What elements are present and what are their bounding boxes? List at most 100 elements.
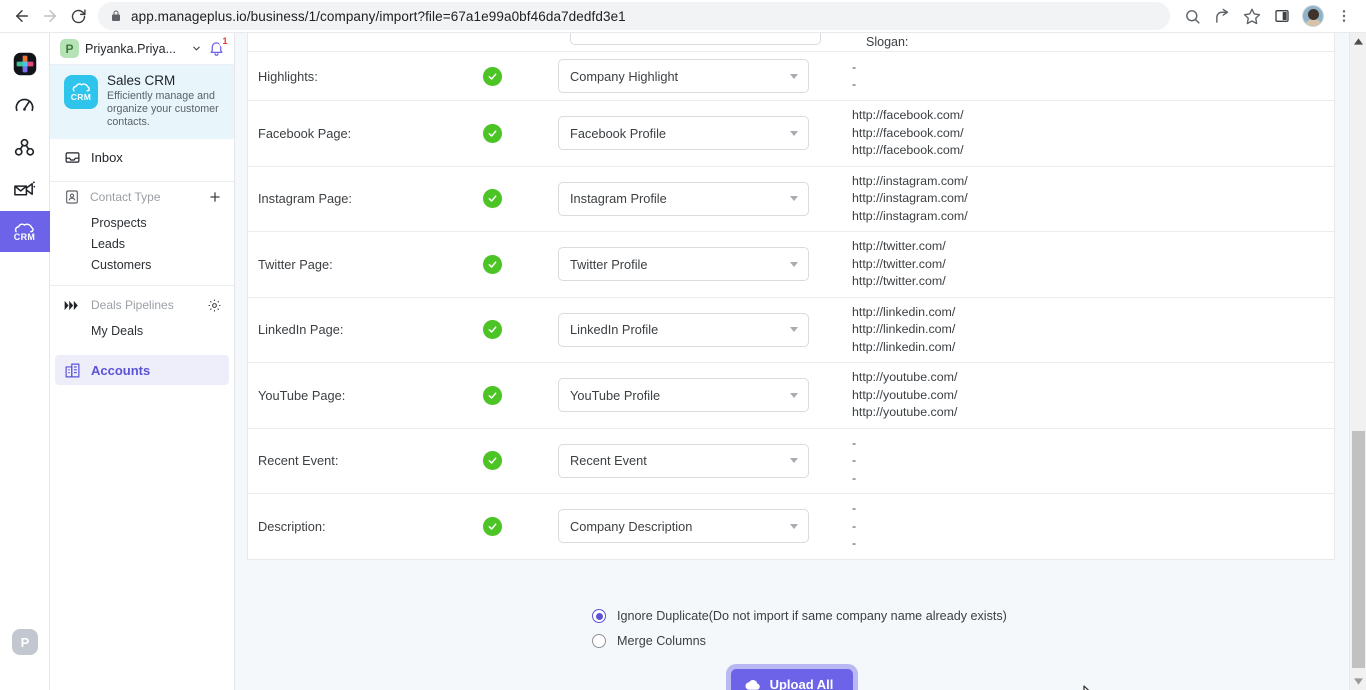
mapping-cell: Facebook Profile: [536, 101, 834, 166]
mapping-select[interactable]: Twitter Profile: [558, 247, 809, 282]
building-icon: [65, 363, 80, 377]
sidebar-section-deals-pipelines[interactable]: Deals Pipelines: [50, 290, 234, 320]
pipeline-arrows-icon: [64, 300, 78, 310]
app-root: CRM P P Priyanka.Priya... 1 CRM Sales CR…: [0, 33, 1366, 690]
bookmark-button[interactable]: [1238, 2, 1266, 30]
rail-item-crm[interactable]: CRM: [0, 211, 50, 252]
rail-item-dashboard[interactable]: [0, 85, 50, 126]
radio-merge-columns-label: Merge Columns: [617, 634, 706, 648]
sidebar-accounts-label: Accounts: [91, 362, 151, 378]
rail-item-campaigns[interactable]: [0, 169, 50, 210]
scroll-up-button[interactable]: [1350, 33, 1366, 50]
forward-button[interactable]: [36, 2, 64, 30]
rail-user-avatar[interactable]: P: [12, 629, 38, 655]
crm-tile-label: CRM: [70, 92, 92, 102]
preview-value: http://facebook.com/: [852, 108, 964, 122]
status-cell: [440, 298, 536, 363]
sidebar-item-my-deals[interactable]: My Deals: [50, 320, 234, 341]
field-label: LinkedIn Page:: [258, 322, 344, 338]
rail-item-teams[interactable]: [0, 127, 50, 168]
sidebar-item-leads[interactable]: Leads: [50, 233, 234, 254]
table-row: Twitter Page: Twitter Profile http://twitt…: [248, 232, 1334, 298]
address-bar[interactable]: app.manageplus.io/business/1/company/imp…: [98, 2, 1170, 30]
sidebar-item-accounts[interactable]: Accounts: [55, 355, 229, 385]
notification-bell-button[interactable]: 1: [208, 35, 231, 58]
main-content: Slogan: Highlights: Company Highlight - - Fa…: [235, 33, 1366, 690]
sidebar-item-customers[interactable]: Customers: [50, 254, 234, 275]
preview-value: -: [852, 470, 857, 485]
profile-avatar-icon[interactable]: [1302, 5, 1324, 27]
mapping-cell: Recent Event: [536, 429, 834, 494]
duplicate-options-group: Ignore Duplicate(Do not import if same c…: [592, 604, 1007, 654]
scroll-down-button[interactable]: [1350, 673, 1366, 690]
preview-value: -: [852, 518, 857, 533]
crm-app-tile-icon: CRM: [64, 75, 98, 109]
sidebar-app-card[interactable]: CRM Sales CRM Efficiently manage and org…: [50, 65, 234, 139]
mapping-select[interactable]: Facebook Profile: [558, 116, 809, 151]
radio-option-ignore-duplicate[interactable]: Ignore Duplicate(Do not import if same c…: [592, 604, 1007, 629]
mapping-cell: Company Description: [536, 494, 834, 559]
mapping-select-partial[interactable]: [570, 33, 821, 45]
rail-item-app-logo[interactable]: [0, 43, 50, 84]
mapping-select[interactable]: Company Description: [558, 509, 809, 544]
preview-value: http://linkedin.com/: [852, 304, 956, 319]
status-cell: [440, 167, 536, 232]
preview-value: -: [852, 453, 857, 467]
table-row-partial: Slogan:: [248, 33, 1334, 52]
browser-menu-button[interactable]: [1330, 2, 1358, 30]
dashboard-gauge-icon: [15, 98, 34, 112]
crm-icon: CRM: [14, 222, 35, 242]
sidebar-item-prospects[interactable]: Prospects: [50, 212, 234, 233]
mapping-select[interactable]: YouTube Profile: [558, 378, 809, 413]
check-circle-icon: [483, 123, 502, 143]
radio-option-merge-columns[interactable]: Merge Columns: [592, 629, 992, 654]
preview-cell: --: [834, 52, 1334, 100]
preview-value: -: [852, 77, 857, 91]
notification-count-badge: 1: [219, 35, 231, 48]
reload-button[interactable]: [64, 2, 92, 30]
sidebar-section-contact-type[interactable]: Contact Type: [50, 182, 234, 212]
back-button[interactable]: [8, 2, 36, 30]
preview-cell: - - -: [834, 494, 1334, 559]
mapping-select[interactable]: Recent Event: [558, 443, 809, 478]
preview-value: http://twitter.com/: [852, 256, 946, 271]
sidebar-contact-type-label: Contact Type: [90, 190, 161, 204]
search-button[interactable]: [1178, 2, 1206, 30]
preview-value: http://linkedin.com/: [852, 322, 956, 336]
toolbar-icons: [1178, 2, 1358, 30]
preview-value: http://facebook.com/: [852, 125, 964, 140]
radio-ignore-duplicate[interactable]: [592, 609, 606, 623]
mapping-cell: YouTube Profile: [536, 363, 834, 428]
mapping-select-value: Company Description: [570, 518, 693, 534]
sidebar-account-header[interactable]: P Priyanka.Priya... 1: [50, 33, 234, 65]
share-icon: [1215, 8, 1228, 23]
radio-merge-columns[interactable]: [592, 634, 606, 648]
preview-partial: Slogan:: [866, 35, 909, 49]
status-cell: [440, 101, 536, 166]
upload-all-button[interactable]: Upload All: [730, 668, 854, 690]
mapping-select[interactable]: Company Highlight: [558, 59, 809, 93]
plus-icon[interactable]: [208, 190, 222, 204]
table-row: Instagram Page: Instagram Profile http://i…: [248, 167, 1334, 232]
gear-icon[interactable]: [207, 298, 222, 313]
field-label: Facebook Page:: [258, 125, 352, 141]
chevron-down-icon[interactable]: [191, 43, 202, 54]
preview-value: http://instagram.com/: [852, 208, 968, 223]
mapping-select-value: Recent Event: [570, 453, 647, 469]
preview-cell: http://youtube.com/http://youtube.com/ht…: [834, 363, 1334, 428]
side-panel-button[interactable]: [1268, 2, 1296, 30]
preview-cell: http://twitter.com/http://twitter.com/ht…: [834, 232, 1334, 297]
lock-icon: [110, 10, 122, 22]
preview-value: http://youtube.com/: [852, 370, 958, 384]
account-name: Priyanka.Priya...: [85, 41, 177, 56]
page-scrollbar[interactable]: [1349, 33, 1366, 690]
share-button[interactable]: [1208, 2, 1236, 30]
mapping-select[interactable]: Instagram Profile: [558, 181, 809, 216]
sidebar-item-inbox[interactable]: Inbox: [50, 139, 234, 175]
scrollbar-thumb[interactable]: [1352, 431, 1365, 668]
mapping-rows: Highlights: Company Highlight - - Facebook P…: [248, 52, 1334, 559]
preview-value: -: [852, 536, 857, 550]
preview-value: http://instagram.com/: [852, 173, 968, 188]
preview-value: -: [852, 435, 857, 450]
mapping-select[interactable]: LinkedIn Profile: [558, 312, 809, 347]
